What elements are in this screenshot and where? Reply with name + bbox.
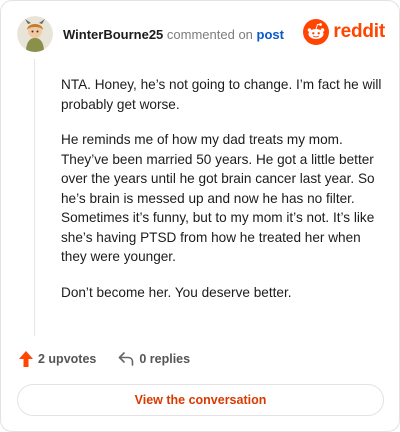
replies-button[interactable]: 0 replies [118,352,190,366]
comment-card: WinterBourne25 commented on post reddit … [0,0,400,432]
replies-count: 0 replies [139,352,191,366]
reddit-snoo-icon [303,19,330,45]
upvote-arrow-icon [19,351,33,367]
comment-meta: WinterBourne25 commented on post [63,27,284,42]
reddit-wordmark: reddit [333,21,385,42]
avatar-image [17,16,53,52]
reply-arrow-icon [119,352,134,366]
comment-actions: 2 upvotes 0 replies [19,349,190,369]
reddit-logo[interactable]: reddit [303,19,385,45]
comment-paragraph: He reminds me of how my dad treats my mo… [61,132,375,264]
thread-line [34,59,35,336]
comment-paragraph: NTA. Honey, he’s not going to change. I’… [61,77,382,112]
comment-paragraph: Don’t become her. You deserve better. [61,284,292,300]
upvote-button[interactable]: 2 upvotes [19,351,96,367]
comment-body: NTA. Honey, he’s not going to change. I’… [61,75,383,318]
upvotes-count: 2 upvotes [38,352,97,366]
comment-header: WinterBourne25 commented on post reddit [17,13,385,55]
commented-on-text: commented on [166,26,253,42]
username-link[interactable]: WinterBourne25 [63,27,163,42]
post-link[interactable]: post [257,27,284,42]
view-conversation-button[interactable]: View the conversation [17,384,384,416]
user-avatar[interactable] [17,16,53,52]
